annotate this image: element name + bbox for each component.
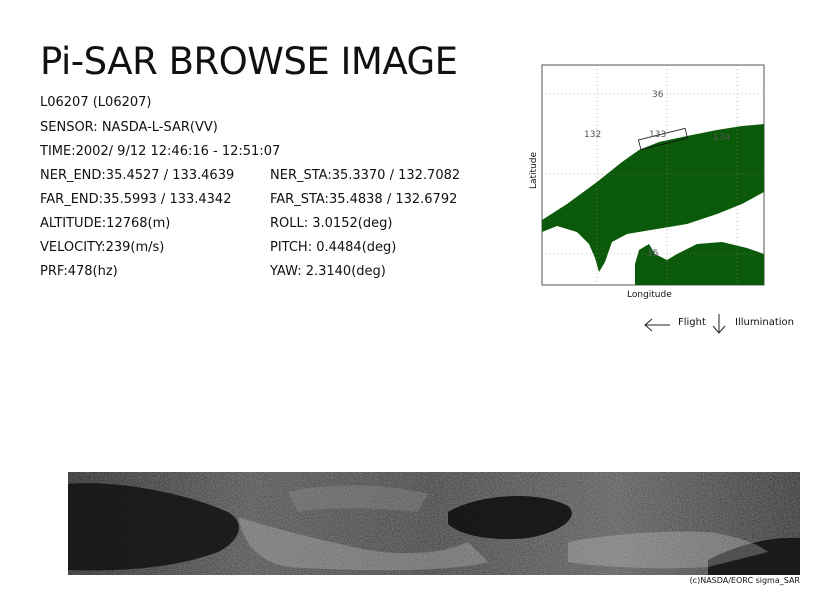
altitude: ALTITUDE:12768(m) [40, 216, 171, 231]
far-sta: FAR_STA:35.4838 / 132.6792 [270, 192, 458, 207]
longitude-label: Longitude [627, 290, 672, 300]
ner-end: NER_END:35.4527 / 133.4639 [40, 168, 235, 183]
arrow-down-icon [712, 314, 726, 334]
copyright-notice: (c)NASDA/EORC sigma_SAR [689, 576, 800, 585]
time-line: TIME:2002/ 9/12 12:46:16 - 12:51:07 [40, 144, 281, 159]
prf: PRF:478(hz) [40, 264, 118, 279]
grid-label-lon-134: 134 [713, 133, 730, 143]
flight-label: Flight [678, 317, 706, 328]
sensor-line: SENSOR: NASDA-L-SAR(VV) [40, 120, 218, 135]
scene-id: L06207 (L06207) [40, 95, 152, 110]
yaw: YAW: 2.3140(deg) [270, 264, 386, 279]
sar-image-strip [68, 472, 800, 575]
grid-label-lon-132: 132 [584, 130, 601, 140]
pitch: PITCH: 0.4484(deg) [270, 240, 397, 255]
roll: ROLL: 3.0152(deg) [270, 216, 393, 231]
grid-label-lat-35: 35 [647, 249, 658, 259]
latitude-label: Latitude [529, 151, 539, 189]
arrow-left-icon [644, 318, 670, 332]
far-end: FAR_END:35.5993 / 133.4342 [40, 192, 232, 207]
location-map: 36 132 133 134 35 Latitude Longitude [529, 64, 765, 300]
grid-label-lat-36: 36 [652, 90, 664, 100]
page-title: Pi-SAR BROWSE IMAGE [40, 40, 458, 83]
illumination-label: Illumination [735, 317, 794, 328]
ner-sta: NER_STA:35.3370 / 132.7082 [270, 168, 461, 183]
velocity: VELOCITY:239(m/s) [40, 240, 165, 255]
grid-label-lon-133: 133 [649, 130, 666, 140]
